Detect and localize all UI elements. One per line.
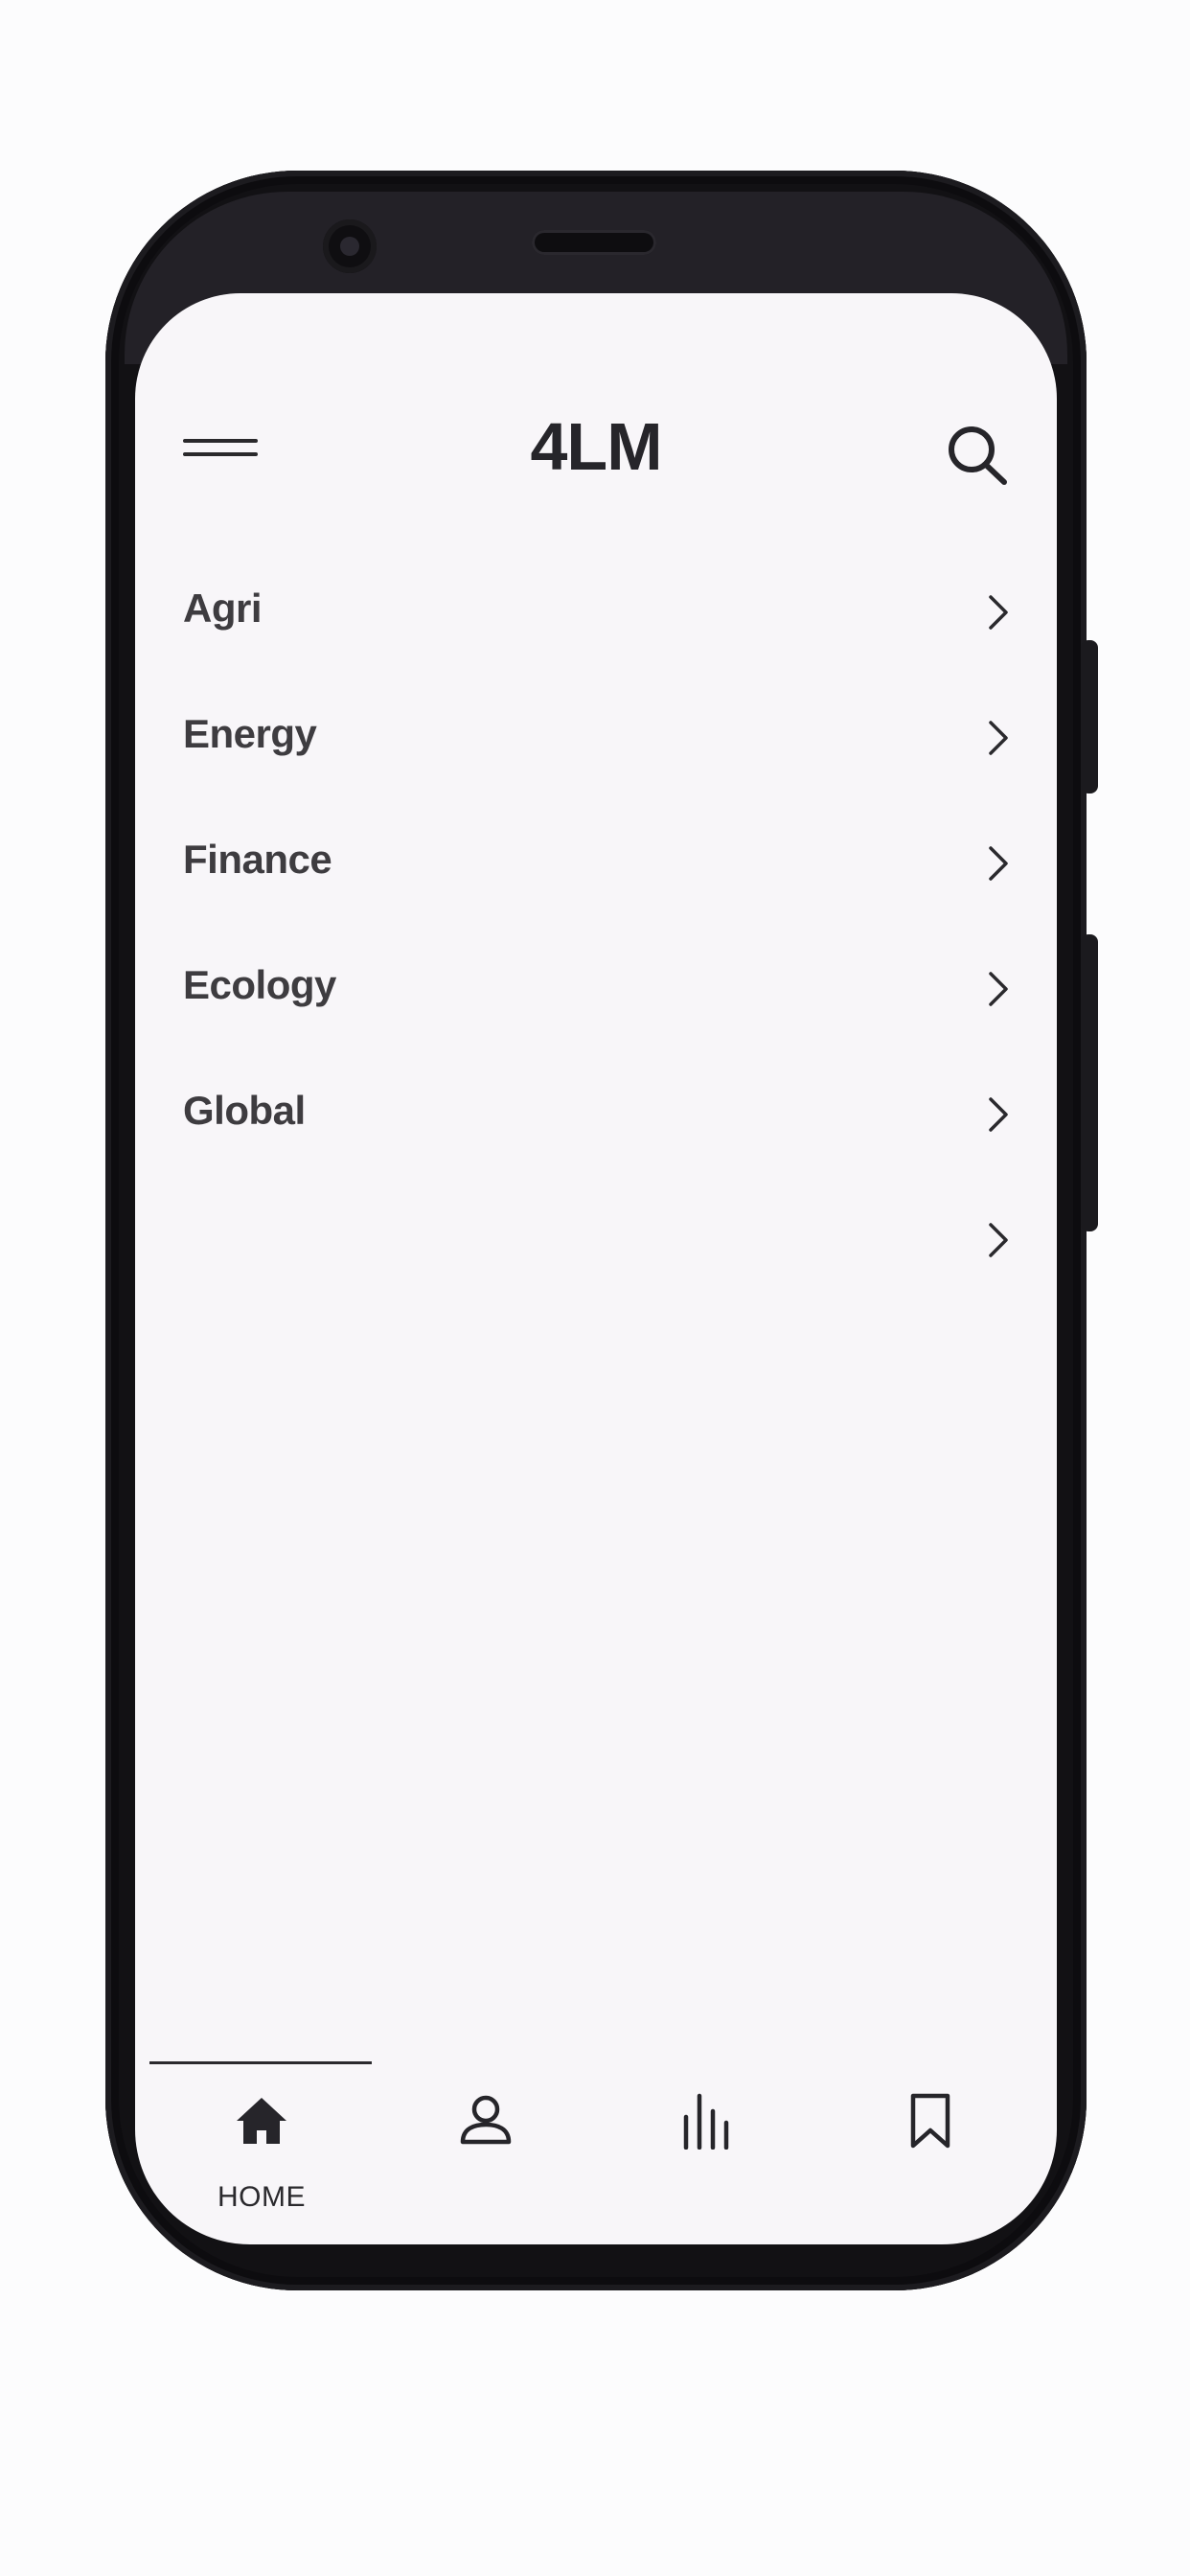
search-icon-graphic (949, 426, 1007, 485)
home-icon (237, 2098, 286, 2144)
list-item-finance[interactable]: Finance (135, 798, 1057, 924)
chevron-right-icon (989, 846, 1008, 881)
list-item-label: Global (183, 1088, 306, 1133)
chevron-right-icon (989, 1097, 1008, 1132)
chevron-right-icon (989, 595, 1008, 630)
nav-tab-label: HOME (217, 2181, 306, 2213)
chevron-right-icon (989, 1223, 1008, 1257)
nav-tab-stats[interactable] (611, 2081, 803, 2224)
category-list: Agri Energy Finance Ecology Global (135, 547, 1057, 1300)
page-background: 4LM Agri Energy Finance Ecology Global H… (0, 0, 1190, 2576)
chevron-right-icon (989, 721, 1008, 755)
list-item-label: Agri (183, 586, 263, 631)
user-icon (460, 2095, 512, 2145)
bar-chart-icon (683, 2093, 729, 2150)
list-item-unlabeled[interactable] (135, 1175, 1057, 1300)
phone-power-button (1081, 640, 1098, 794)
front-camera (323, 219, 377, 273)
bottom-navigation: HOME (135, 2052, 1057, 2243)
earpiece-speaker (532, 230, 656, 255)
chevron-right-icon (989, 972, 1008, 1006)
list-item-label: Finance (183, 837, 332, 882)
search-icon[interactable] (944, 422, 1011, 489)
list-item-label: Energy (183, 711, 317, 756)
list-item-global[interactable]: Global (135, 1049, 1057, 1175)
nav-tab-home[interactable]: HOME (166, 2081, 357, 2224)
list-item-agri[interactable]: Agri (135, 547, 1057, 673)
list-item-ecology[interactable]: Ecology (135, 924, 1057, 1049)
app-title: 4LM (530, 409, 663, 484)
phone-volume-button (1081, 934, 1098, 1231)
list-item-energy[interactable]: Energy (135, 673, 1057, 798)
active-tab-indicator (149, 2061, 372, 2064)
bookmark-icon (910, 2093, 950, 2149)
list-item-label: Ecology (183, 962, 336, 1007)
nav-tab-saved[interactable] (835, 2081, 1026, 2224)
nav-tab-profile[interactable] (390, 2081, 582, 2224)
app-screen: 4LM Agri Energy Finance Ecology Global H… (135, 293, 1057, 2244)
